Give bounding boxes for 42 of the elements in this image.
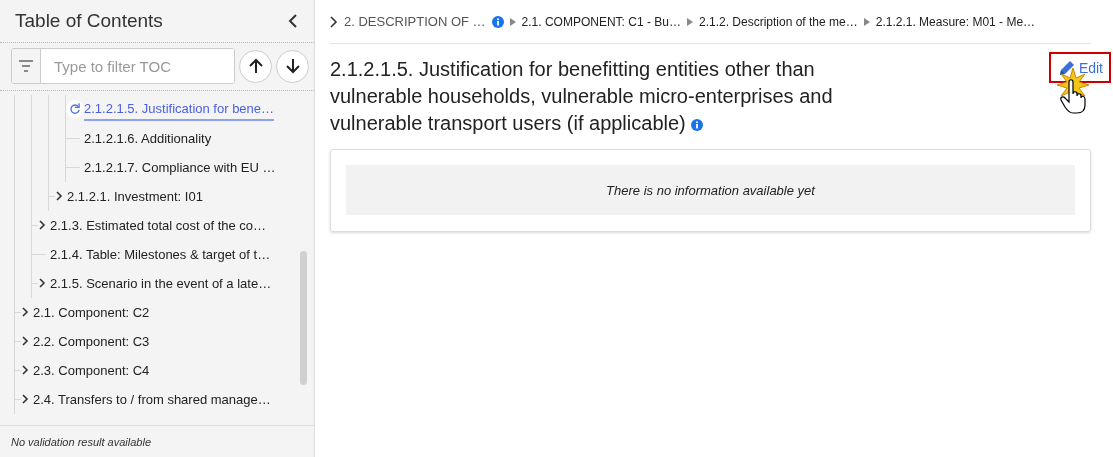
filter-icon: [12, 49, 41, 83]
arrow-up-icon: [248, 58, 263, 74]
empty-message: There is no information available yet: [346, 165, 1075, 215]
toc-item[interactable]: 2.1.2.1. Investment: I01: [67, 186, 203, 207]
toc-item[interactable]: 2.1.4. Table: Milestones & target of t…: [50, 244, 271, 265]
toc-item[interactable]: 2.1.2.1.7. Compliance with EU …: [84, 157, 276, 178]
separator-icon: [863, 17, 870, 26]
scrollbar[interactable]: [300, 251, 307, 385]
breadcrumb-link[interactable]: 2. DESCRIPTION OF …: [344, 14, 486, 29]
breadcrumb-link[interactable]: 2.1. COMPONENT: C1 - Bu…: [521, 14, 681, 29]
breadcrumb-link[interactable]: 2.1.2. Description of the me…: [698, 14, 858, 29]
breadcrumb-link[interactable]: 2.1.2.1. Measure: M01 - Me…: [875, 14, 1036, 29]
separator-icon: [686, 17, 693, 26]
collapse-button[interactable]: [286, 12, 300, 30]
chevron-right-icon[interactable]: [38, 278, 46, 288]
toc-item[interactable]: 2.3. Component: C4: [33, 360, 150, 381]
toc-item[interactable]: 2.1.5. Scenario in the event of a late…: [50, 273, 272, 294]
down-button[interactable]: [276, 49, 309, 83]
chevron-right-icon[interactable]: [21, 365, 29, 375]
toc-item[interactable]: 2.1.3. Estimated total cost of the co…: [50, 215, 267, 236]
chevron-right-icon[interactable]: [38, 220, 46, 230]
edit-button[interactable]: Edit: [1048, 52, 1111, 83]
section-title: 2.1.2.1.5. Justification for benefitting entities other than vulnerable households, vulnerable micro-enterprises and vulnerable transport users (if applicable): [330, 57, 834, 136]
info-icon[interactable]: [691, 119, 704, 131]
chevron-right-icon[interactable]: [21, 307, 29, 317]
chevron-right-icon[interactable]: [21, 336, 29, 346]
reload-icon: [66, 98, 84, 120]
chevron-right-icon[interactable]: [55, 191, 63, 201]
toc-item[interactable]: 2.2. Component: C3: [33, 331, 150, 352]
toc-item[interactable]: 2.4. Transfers to / from shared manage…: [33, 389, 271, 410]
chevron-right-icon[interactable]: [330, 15, 338, 28]
status-text: No validation result available: [0, 425, 314, 457]
chevron-right-icon[interactable]: [21, 394, 29, 404]
sidebar-title: Table of Contents: [15, 10, 163, 32]
toc-item[interactable]: 2.1.2.1.5. Justification for bene…: [84, 98, 275, 121]
filter-field[interactable]: Type to filter TOC: [11, 48, 235, 84]
arrow-down-icon: [285, 58, 300, 74]
toc-item[interactable]: 2.1. Component: C2: [33, 302, 150, 323]
separator-icon: [509, 17, 516, 26]
info-icon[interactable]: [491, 15, 504, 28]
up-button[interactable]: [239, 49, 272, 83]
toc-item[interactable]: 2.1.2.1.6. Additionality: [84, 128, 212, 149]
